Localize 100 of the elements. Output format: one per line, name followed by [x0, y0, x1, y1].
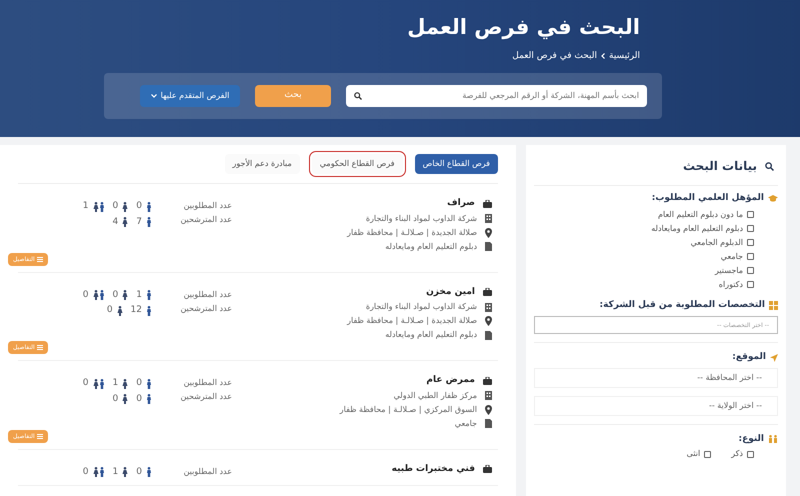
count-value: 0 — [82, 288, 89, 302]
required-label: عدد المطلوبين — [182, 200, 232, 212]
checkbox[interactable] — [747, 225, 754, 232]
briefcase-icon — [483, 288, 492, 296]
section-title: الموقع: — [732, 351, 766, 364]
state-select[interactable]: -- اختر الولاية -- — [534, 396, 778, 416]
count-value: 0 — [112, 392, 118, 406]
checkbox-label: الدبلوم الجامعي — [690, 236, 743, 248]
male-icon — [146, 306, 152, 316]
checkbox-label: ما دون دبلوم التعليم العام — [658, 208, 743, 220]
female-icon — [122, 467, 128, 478]
document-icon — [485, 419, 492, 428]
breadcrumb-item: البحث في فرص العمل — [512, 50, 597, 62]
registered-label: عدد المترشحين — [179, 302, 232, 314]
search-icon — [765, 162, 774, 170]
count-value: 1 — [82, 200, 89, 213]
male-female-icon — [92, 467, 105, 478]
checkbox-label: جامعي — [720, 250, 743, 262]
count-value: 1 — [136, 288, 142, 302]
required-label: عدد المطلوبين — [182, 288, 232, 300]
graduation-cap-icon — [768, 195, 778, 202]
checkbox[interactable] — [747, 211, 754, 218]
location-pin-icon — [485, 316, 492, 326]
job-title[interactable]: امين مخزن — [426, 286, 475, 299]
count-value: 1 — [112, 377, 118, 390]
applied-opportunities-button[interactable]: الفرص المتقدم عليها — [140, 85, 240, 107]
sidebar-title: بيانات البحث — [682, 158, 757, 175]
male-icon — [146, 217, 152, 228]
list-icon — [36, 256, 43, 262]
female-icon — [122, 290, 128, 300]
job-company: شركة الداوب لمواد البناء والتجارة — [366, 301, 477, 313]
count-value: 0 — [112, 288, 118, 302]
navigation-arrow-icon — [770, 354, 778, 362]
count-value: 0 — [136, 392, 142, 406]
count-value: 0 — [136, 200, 142, 213]
male-icon — [146, 290, 152, 300]
document-icon — [485, 242, 492, 251]
count-value: 0 — [82, 377, 89, 390]
count-value: 0 — [82, 466, 89, 478]
female-icon — [122, 202, 128, 212]
checkbox[interactable] — [747, 267, 754, 274]
search-placeholder: ابحث بأسم المهنة، الشركة أو الرقم المرجعي للفرصة — [461, 90, 639, 102]
male-female-icon — [92, 378, 105, 389]
count-value: 0 — [136, 377, 142, 390]
briefcase-icon — [483, 465, 492, 474]
job-qualification: دبلوم التعليم العام ومايعادله — [385, 240, 477, 252]
male-icon — [146, 394, 152, 404]
checkbox[interactable] — [747, 281, 754, 288]
breadcrumb-item[interactable]: الرئيسية — [609, 50, 640, 63]
document-icon — [485, 330, 492, 340]
page-title: البحث في فرص العمل — [407, 14, 640, 42]
section-title: المؤهل العلمي المطلوب: — [652, 192, 764, 205]
checkbox[interactable] — [747, 239, 754, 246]
job-location: السوق المركزي | صـلالـة | محافظة ظفار — [340, 404, 477, 416]
job-title[interactable]: فني مختبرات طبيه — [392, 462, 475, 476]
female-icon — [122, 217, 128, 228]
job-title[interactable]: صراف — [447, 197, 475, 210]
briefcase-icon — [483, 200, 492, 208]
people-icon — [768, 435, 778, 444]
checkbox[interactable] — [747, 450, 754, 458]
required-label: عدد المطلوبين — [182, 466, 232, 478]
search-icon — [354, 92, 362, 100]
count-value: 0 — [112, 200, 118, 213]
search-field[interactable]: ابحث بأسم المهنة، الشركة أو الرقم المرجعي للفرصة — [346, 85, 647, 107]
male-female-icon — [92, 202, 105, 212]
list-icon — [36, 345, 43, 350]
count-value: 0 — [106, 304, 113, 317]
checkbox-label: ذكر — [731, 448, 743, 460]
caret-icon — [150, 94, 157, 98]
section-title: التخصصات المطلوبة من قبل الشركة: — [599, 298, 765, 312]
tab[interactable]: فرص القطاع الخاص — [414, 154, 498, 174]
governorate-select[interactable]: -- اختر المحافظة -- — [534, 368, 778, 388]
checkbox-label: انثى — [686, 448, 700, 460]
male-female-icon — [92, 290, 105, 300]
chevron-icon — [601, 53, 605, 60]
location-pin-icon — [485, 404, 492, 414]
checkbox-label: ماجستير — [714, 264, 743, 276]
male-icon — [146, 202, 152, 212]
checkbox[interactable] — [747, 253, 754, 260]
location-pin-icon — [485, 228, 492, 238]
list-icon — [36, 434, 43, 438]
registered-label: عدد المترشحين — [179, 214, 232, 226]
count-value: 4 — [112, 216, 118, 228]
job-company: شركة الداوب لمواد البناء والتجارة — [366, 212, 477, 224]
job-company: مركز ظفار الطبي الدولي — [394, 390, 477, 402]
job-qualification: جامعي — [454, 418, 477, 430]
checkbox-label: دكتوراه — [718, 278, 743, 290]
required-label: عدد المطلوبين — [182, 377, 232, 389]
registered-label: عدد المترشحين — [179, 391, 232, 403]
count-value: 12 — [130, 304, 142, 317]
tab[interactable]: فرص القطاع الحكومي — [312, 154, 403, 174]
female-icon — [116, 306, 123, 316]
checkbox[interactable] — [704, 450, 712, 458]
tab[interactable]: مبادرة دعم الأجور — [224, 154, 300, 174]
male-icon — [146, 467, 152, 478]
job-title[interactable]: ممرض عام — [426, 374, 475, 388]
count-value: 0 — [136, 466, 142, 478]
job-location: صلالة الجديدة | صـلالـة | محافظة ظفار — [347, 226, 477, 238]
building-icon — [485, 391, 492, 400]
count-value: 1 — [112, 466, 118, 478]
